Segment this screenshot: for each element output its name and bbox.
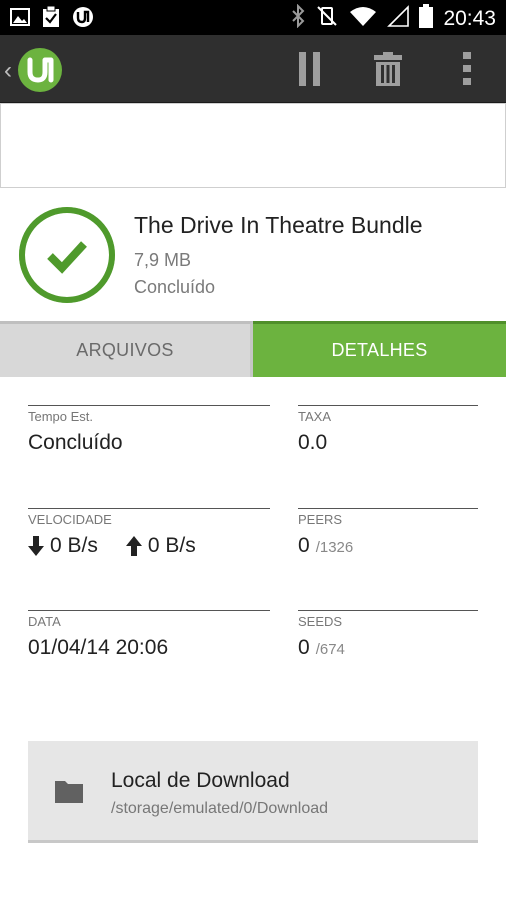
torrent-size: 7,9 MB — [134, 250, 192, 270]
progress-ring-fill — [19, 207, 115, 303]
download-location-button[interactable]: Local de Download /storage/emulated/0/Do… — [28, 741, 478, 843]
peers-total: /1326 — [315, 539, 354, 556]
pause-icon — [299, 51, 321, 91]
speed-field: VELOCIDADE 0 B/s 0 B/s — [28, 508, 270, 568]
seeds-value-row: 0/674 — [298, 636, 345, 660]
image-icon — [10, 8, 30, 31]
bluetooth-icon — [291, 3, 305, 33]
ratio-value: 0.0 — [298, 431, 328, 454]
seeds-label: SEEDS — [298, 614, 343, 629]
date-label: DATA — [28, 614, 61, 629]
status-bar-time: 20:43 — [443, 6, 496, 30]
action-bar: ‹ — [0, 35, 506, 103]
eta-field: Tempo Est. Concluído — [28, 405, 270, 465]
folder-icon — [55, 779, 83, 808]
status-bar: 20:43 — [0, 0, 506, 35]
seeds-field: SEEDS 0/674 — [298, 610, 478, 670]
delete-button[interactable] — [366, 49, 410, 93]
speed-label: VELOCIDADE — [28, 512, 112, 527]
peers-label: PEERS — [298, 512, 343, 527]
download-location-title: Local de Download — [111, 769, 290, 792]
battery-icon — [419, 4, 434, 33]
clipboard-check-icon — [42, 5, 60, 33]
signal-icon — [387, 5, 410, 32]
peers-value-row: 0/1326 — [298, 534, 353, 558]
eta-label: Tempo Est. — [28, 409, 94, 424]
tab-files[interactable]: ARQUIVOS — [0, 321, 253, 377]
peers-field: PEERS 0/1326 — [298, 508, 478, 568]
status-bar-system: 20:43 — [291, 3, 496, 33]
seeds-value: 0 — [298, 636, 310, 659]
download-speed: 0 B/s — [28, 534, 98, 558]
tab-bar: ARQUIVOS DETALHES — [0, 321, 506, 377]
progress-ring — [19, 207, 115, 303]
utorrent-notification-icon — [72, 6, 94, 33]
date-field: DATA 01/04/14 20:06 — [28, 610, 270, 670]
ratio-field: TAXA 0.0 — [298, 405, 478, 465]
arrow-down-icon — [28, 536, 44, 556]
utorrent-logo[interactable] — [18, 48, 62, 92]
status-bar-notifications — [10, 5, 94, 33]
trash-icon — [374, 51, 402, 91]
torrent-name: The Drive In Theatre Bundle — [134, 212, 423, 238]
check-icon — [47, 241, 87, 274]
download-speed-value: 0 B/s — [50, 534, 98, 557]
back-chevron-icon[interactable]: ‹ — [4, 57, 12, 85]
peers-value: 0 — [298, 534, 310, 557]
arrow-up-icon — [125, 536, 142, 556]
ratio-label: TAXA — [298, 409, 331, 424]
speed-row: 0 B/s 0 B/s — [28, 534, 196, 558]
ad-banner-area — [0, 103, 506, 188]
upload-speed-value: 0 B/s — [147, 534, 196, 557]
upload-speed: 0 B/s — [125, 534, 196, 558]
torrent-header: The Drive In Theatre Bundle 7,9 MB Concl… — [0, 188, 506, 321]
vibrate-off-icon — [315, 4, 339, 33]
eta-value: Concluído — [28, 431, 123, 454]
download-location-path: /storage/emulated/0/Download — [111, 800, 329, 817]
date-value: 01/04/14 20:06 — [28, 636, 169, 659]
wifi-icon — [349, 5, 377, 32]
torrent-status: Concluído — [134, 277, 216, 297]
overflow-menu-button[interactable] — [445, 49, 489, 93]
pause-button[interactable] — [288, 49, 332, 93]
overflow-menu-icon — [463, 51, 471, 91]
seeds-total: /674 — [315, 641, 345, 658]
tab-details[interactable]: DETALHES — [253, 321, 506, 377]
